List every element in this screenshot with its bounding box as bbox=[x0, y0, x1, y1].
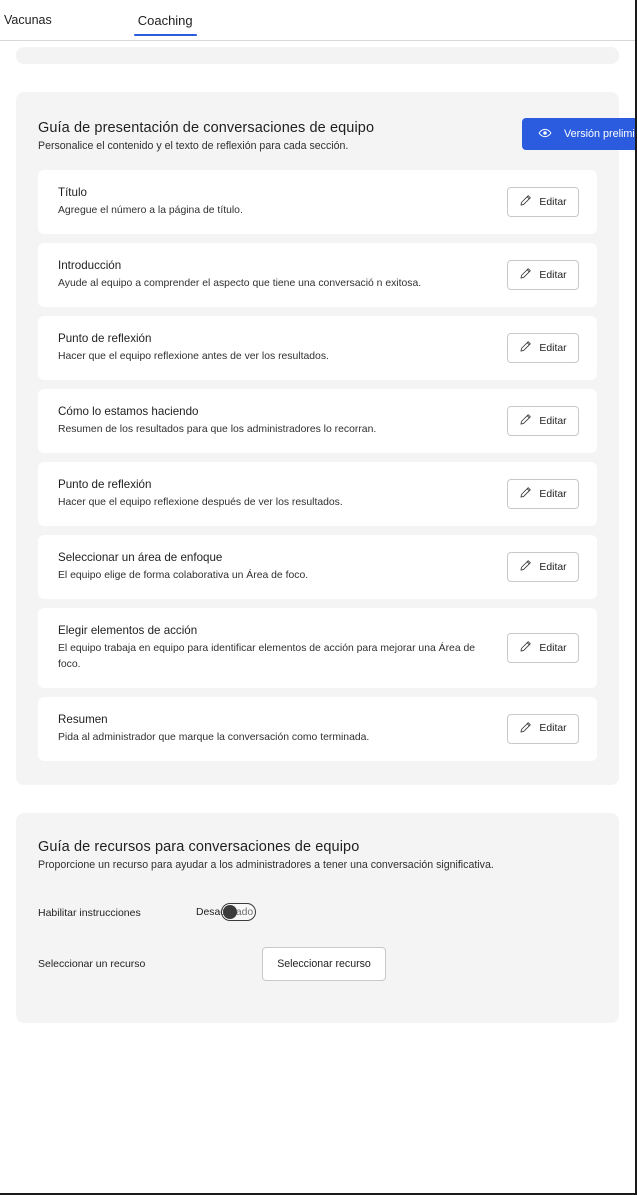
section-row-text: Título Agregue el número a la página de … bbox=[58, 186, 243, 218]
section-title: Punto de reflexión bbox=[58, 332, 152, 346]
pencil-icon bbox=[519, 640, 532, 656]
section-row-text: Introducción Ayude al equipo a comprende… bbox=[58, 259, 421, 291]
tab-coaching-label: Coaching bbox=[137, 13, 193, 28]
presentation-guide-header-text: Guía de presentación de conversaciones d… bbox=[38, 118, 374, 152]
section-list: Título Agregue el número a la página de … bbox=[38, 170, 597, 761]
tab-bar: Vacunas Coaching bbox=[0, 0, 635, 41]
edit-button-label: Editar bbox=[539, 642, 567, 654]
edit-button-label: Editar bbox=[539, 269, 567, 281]
edit-button-label: Editar bbox=[539, 342, 567, 354]
tab-vacunas-label: Vacunas bbox=[4, 13, 52, 27]
preview-button[interactable]: Versión preliminar bbox=[522, 118, 635, 150]
section-row[interactable]: Resumen Pida al administrador que marque… bbox=[38, 696, 597, 761]
section-row[interactable]: Cómo lo estamos haciendo Resumen de los … bbox=[38, 389, 597, 454]
presentation-guide-header: Guía de presentación de conversaciones d… bbox=[38, 118, 635, 152]
page-title: Guía de presentación de conversaciones d… bbox=[38, 120, 375, 136]
tab-vacunas[interactable]: Vacunas bbox=[0, 0, 66, 36]
select-resource-field: Seleccionar un recurso Seleccionar recur… bbox=[38, 946, 597, 981]
edit-button[interactable]: Editar bbox=[507, 406, 579, 437]
edit-button-label: Editar bbox=[539, 488, 567, 500]
section-row-text: Seleccionar un área de enfoque El equipo… bbox=[58, 551, 308, 583]
enable-instructions-field: Habilitar instrucciones Desactivado bbox=[38, 901, 597, 925]
section-row[interactable]: Introducción Ayude al equipo a comprende… bbox=[38, 243, 597, 308]
section-description: Agregue el número a la página de título. bbox=[58, 205, 243, 216]
section-row-text: Punto de reflexión Hacer que el equipo r… bbox=[58, 332, 329, 364]
edit-button-label: Editar bbox=[539, 415, 567, 427]
section-row-text: Punto de reflexión Hacer que el equipo r… bbox=[58, 478, 343, 510]
enable-instructions-label: Habilitar instrucciones bbox=[38, 906, 141, 919]
section-row[interactable]: Seleccionar un área de enfoque El equipo… bbox=[38, 535, 597, 600]
page-root: Vacunas Coaching Guía de presentación de… bbox=[0, 0, 637, 1195]
resource-guide-panel: Guía de recursos para conversaciones de … bbox=[16, 812, 619, 1023]
edit-button[interactable]: Editar bbox=[507, 479, 579, 510]
enable-instructions-control: Desactivado bbox=[196, 902, 256, 924]
edit-button[interactable]: Editar bbox=[507, 333, 579, 364]
section-row[interactable]: Punto de reflexión Hacer que el equipo r… bbox=[38, 462, 597, 527]
section-title: Punto de reflexión bbox=[58, 478, 152, 492]
section-description: Hacer que el equipo reflexione después d… bbox=[58, 497, 343, 509]
pencil-icon bbox=[519, 340, 532, 356]
edit-button-label: Editar bbox=[539, 196, 567, 208]
section-description: Resumen de los resultados para que los a… bbox=[58, 424, 377, 436]
edit-button[interactable]: Editar bbox=[507, 713, 579, 744]
scrolled-panel-strip bbox=[16, 47, 619, 64]
section-description: El equipo trabaja en equipo para identif… bbox=[58, 643, 476, 670]
edit-button[interactable]: Editar bbox=[507, 633, 579, 664]
pencil-icon bbox=[519, 721, 532, 737]
resource-panel-subtitle: Proporcione un recurso para ayudar a los… bbox=[38, 858, 494, 871]
toggle-wrap: Desactivado bbox=[196, 902, 256, 924]
edit-button-label: Editar bbox=[539, 561, 567, 573]
eye-icon bbox=[538, 126, 552, 143]
resource-guide-header: Guía de recursos para conversaciones de … bbox=[38, 839, 597, 871]
presentation-guide-panel: Guía de presentación de conversaciones d… bbox=[16, 92, 635, 785]
section-description: Ayude al equipo a comprender el aspecto … bbox=[58, 278, 422, 290]
toggle-knob bbox=[223, 904, 237, 919]
section-description: El equipo elige de forma colaborativa un… bbox=[58, 570, 309, 582]
edit-button[interactable]: Editar bbox=[507, 260, 579, 291]
section-title: Cómo lo estamos haciendo bbox=[58, 405, 199, 419]
select-resource-label: Seleccionar un recurso bbox=[38, 957, 146, 970]
section-row[interactable]: Título Agregue el número a la página de … bbox=[38, 170, 597, 235]
section-row[interactable]: Elegir elementos de acción El equipo tra… bbox=[38, 608, 597, 688]
section-title: Título bbox=[58, 186, 87, 199]
section-row-text: Cómo lo estamos haciendo Resumen de los … bbox=[58, 405, 376, 437]
pencil-icon bbox=[519, 194, 532, 210]
preview-button-label: Versión preliminar bbox=[564, 128, 635, 140]
edit-button[interactable]: Editar bbox=[507, 552, 579, 583]
section-description: Hacer que el equipo reflexione antes de … bbox=[58, 351, 329, 363]
page-subtitle: Personalice el contenido y el texto de r… bbox=[38, 140, 349, 152]
section-row-text: Resumen Pida al administrador que marque… bbox=[58, 713, 369, 745]
section-row-text: Elegir elementos de acción El equipo tra… bbox=[58, 624, 478, 671]
resource-panel-title: Guía de recursos para conversaciones de … bbox=[38, 838, 360, 855]
section-row[interactable]: Punto de reflexión Hacer que el equipo r… bbox=[38, 316, 597, 381]
section-title: Seleccionar un área de enfoque bbox=[58, 551, 223, 565]
select-resource-button[interactable]: Seleccionar recurso bbox=[262, 946, 386, 981]
pencil-icon bbox=[519, 413, 532, 429]
section-title: Introducción bbox=[58, 259, 122, 273]
tab-coaching[interactable]: Coaching bbox=[124, 0, 207, 36]
section-title: Resumen bbox=[58, 712, 108, 726]
enable-instructions-toggle[interactable] bbox=[221, 902, 256, 921]
pencil-icon bbox=[519, 267, 532, 283]
edit-button[interactable]: Editar bbox=[507, 187, 579, 218]
pencil-icon bbox=[519, 486, 532, 502]
pencil-icon bbox=[519, 559, 532, 575]
section-title: Elegir elementos de acción bbox=[58, 624, 198, 638]
section-description: Pida al administrador que marque la conv… bbox=[58, 731, 370, 743]
edit-button-label: Editar bbox=[539, 723, 567, 735]
